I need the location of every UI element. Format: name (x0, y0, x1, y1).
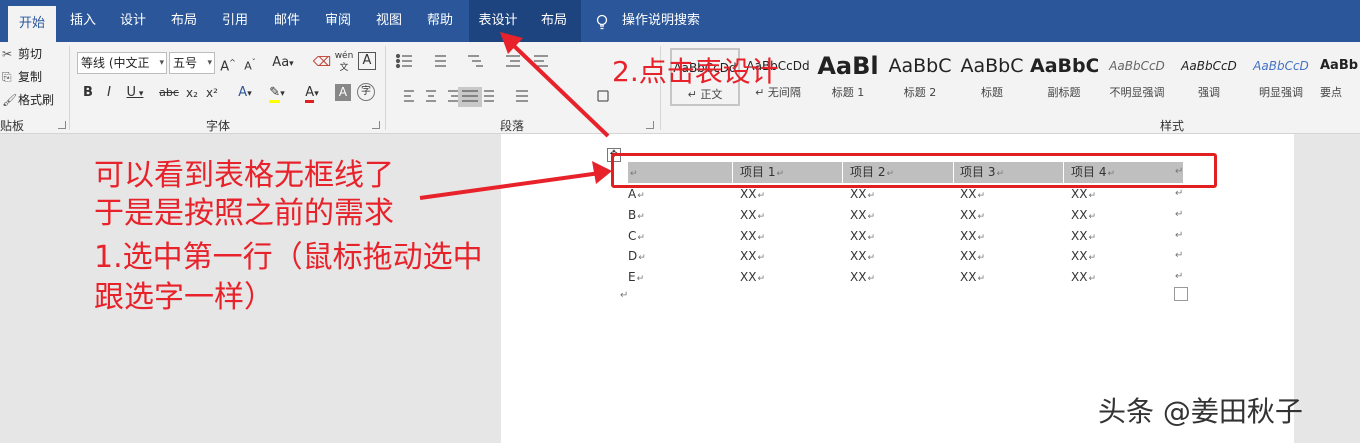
watermark-text: 头条 @姜田秋子 (1098, 395, 1303, 428)
annotation-arrows-icon (419, 32, 612, 200)
